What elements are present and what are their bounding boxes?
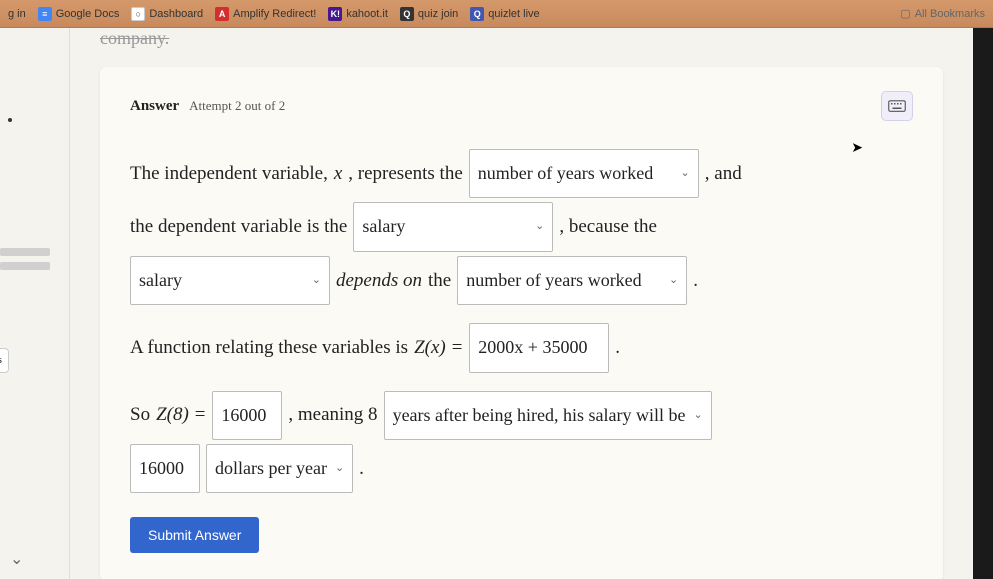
- bookmarks-bar: g in ≡ Google Docs ○ Dashboard A Amplify…: [0, 0, 993, 28]
- dropdown-depends-object[interactable]: number of years worked ⌄: [457, 256, 687, 305]
- chevron-down-icon: ⌄: [693, 403, 702, 428]
- bookmark-quizlet[interactable]: Q quizlet live: [470, 7, 539, 21]
- text-segment: .: [693, 259, 698, 303]
- main-content: company. Answer Attempt 2 out of 2: [70, 28, 973, 579]
- input-z8-value[interactable]: 16000: [212, 391, 282, 440]
- attempt-counter: Attempt 2 out of 2: [189, 98, 285, 114]
- bookmark-kahoot[interactable]: K! kahoot.it: [328, 7, 388, 21]
- text-segment: , represents the: [348, 152, 462, 196]
- function-notation: Z(x) =: [414, 326, 463, 370]
- nav-side-tab[interactable]: s: [0, 348, 9, 373]
- company-strikethrough: company.: [100, 28, 943, 49]
- dropdown-meaning[interactable]: years after being hired, his salary will…: [384, 391, 712, 440]
- text-segment: , because the: [559, 205, 657, 249]
- all-bookmarks-link[interactable]: ▢ All Bookmarks: [900, 7, 985, 20]
- dashboard-icon: ○: [131, 7, 145, 21]
- docs-icon: ≡: [38, 7, 52, 21]
- answer-label: Answer: [130, 98, 179, 115]
- bookmark-quizjoin[interactable]: Q quiz join: [400, 7, 458, 21]
- text-segment: depends on: [336, 259, 422, 303]
- chevron-down-icon: ⌄: [535, 214, 544, 239]
- text-segment: So: [130, 393, 150, 437]
- left-nav: s ⌄: [0, 28, 70, 579]
- text-segment: The independent variable,: [130, 152, 328, 196]
- bookmark-gin[interactable]: g in: [8, 8, 26, 20]
- nav-progress-bars: [0, 248, 50, 276]
- answer-card: Answer Attempt 2 out of 2 The independen…: [100, 67, 943, 579]
- bookmark-google-docs[interactable]: ≡ Google Docs: [38, 7, 120, 21]
- input-function-formula[interactable]: 2000x + 35000: [469, 323, 609, 372]
- chevron-down-icon: ⌄: [312, 268, 321, 293]
- bookmark-dashboard[interactable]: ○ Dashboard: [131, 7, 203, 21]
- submit-answer-button[interactable]: Submit Answer: [130, 517, 259, 553]
- chevron-down-icon: ⌄: [669, 268, 678, 293]
- keyboard-icon: [888, 99, 906, 113]
- text-segment: , and: [705, 152, 742, 196]
- dropdown-depends-subject[interactable]: salary ⌄: [130, 256, 330, 305]
- text-segment: the dependent variable is the: [130, 205, 347, 249]
- text-segment: .: [615, 326, 620, 370]
- amplify-icon: A: [215, 7, 229, 21]
- kahoot-icon: K!: [328, 7, 342, 21]
- dropdown-units[interactable]: dollars per year ⌄: [206, 444, 353, 493]
- text-segment: the: [428, 259, 451, 303]
- right-bezel: [973, 28, 993, 579]
- variable-x: x: [334, 152, 342, 196]
- nav-dot: [8, 118, 12, 122]
- keyboard-button[interactable]: [881, 91, 913, 121]
- chevron-down-icon[interactable]: ⌄: [10, 549, 23, 569]
- quizlet-icon: Q: [470, 7, 484, 21]
- input-salary-value[interactable]: 16000: [130, 444, 200, 493]
- folder-icon: ▢: [900, 7, 910, 20]
- chevron-down-icon: ⌄: [335, 456, 344, 481]
- problem-body: The independent variable, x, represents …: [130, 149, 913, 557]
- dropdown-independent-var[interactable]: number of years worked ⌄: [469, 149, 699, 198]
- function-eval: Z(8) =: [156, 393, 206, 437]
- quizjoin-icon: Q: [400, 7, 414, 21]
- dropdown-dependent-var[interactable]: salary ⌄: [353, 202, 553, 251]
- text-segment: A function relating these variables is: [130, 326, 408, 370]
- text-segment: .: [359, 447, 364, 491]
- chevron-down-icon: ⌄: [681, 161, 690, 186]
- bookmark-amplify[interactable]: A Amplify Redirect!: [215, 7, 316, 21]
- text-segment: , meaning 8: [288, 393, 377, 437]
